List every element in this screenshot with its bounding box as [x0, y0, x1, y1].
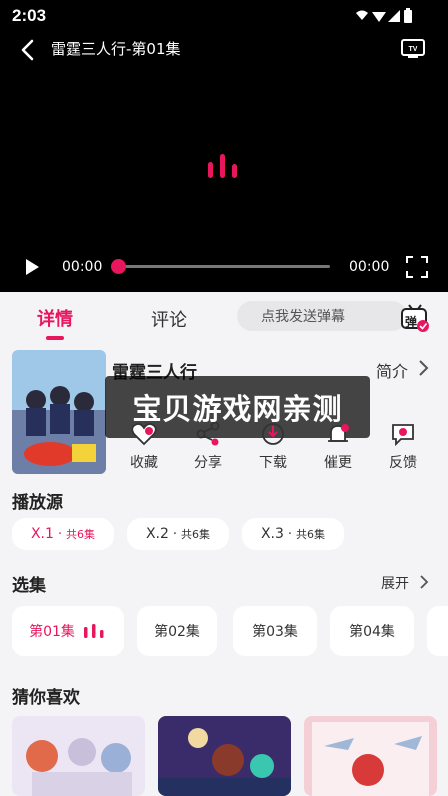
source-name: X.2	[145, 526, 169, 542]
action-label: 下载	[259, 455, 287, 471]
sources-heading: 播放源	[12, 493, 63, 513]
source-name: X.3	[260, 526, 284, 542]
separator: ·	[287, 526, 293, 542]
content-panel: 详情 评论 点我发送弹幕 弹 雷霆三人行 简介 宝贝游戏网亲测 收藏 分享 下载…	[0, 292, 448, 796]
episode-label: 第01集	[29, 624, 75, 640]
current-time: 00:00	[62, 259, 103, 275]
total-time: 00:00	[349, 259, 390, 275]
feedback-button[interactable]: 反馈	[373, 422, 433, 472]
source-item[interactable]: X.3 · 共6集	[242, 518, 344, 550]
playing-icon	[83, 624, 104, 638]
chevron-right-icon[interactable]	[418, 574, 430, 590]
download-icon	[262, 423, 284, 445]
action-label: 收藏	[130, 455, 158, 471]
tv-cast-icon[interactable]: TV	[400, 37, 426, 61]
action-label: 催更	[324, 455, 352, 471]
feedback-icon	[392, 424, 414, 446]
separator: ·	[172, 526, 178, 542]
play-icon[interactable]	[22, 257, 42, 277]
episode-item[interactable]: 第03集	[233, 606, 317, 656]
tab-indicator	[46, 336, 64, 340]
tab-comments[interactable]: 评论	[151, 306, 187, 332]
fullscreen-icon[interactable]	[406, 256, 428, 278]
share-icon	[196, 422, 220, 446]
danmaku-badge: 弹	[405, 315, 418, 329]
source-item[interactable]: X.2 · 共6集	[127, 518, 229, 550]
heart-icon	[131, 423, 157, 446]
source-item[interactable]: X.1 · 共6集	[12, 518, 114, 550]
progress-track[interactable]	[118, 265, 330, 268]
action-label: 分享	[194, 455, 222, 471]
favorite-button[interactable]: 收藏	[114, 422, 174, 472]
source-name: X.1	[30, 526, 54, 542]
expand-link[interactable]: 展开	[381, 573, 409, 593]
status-icons	[354, 8, 434, 24]
episode-item[interactable]: 第02集	[137, 606, 217, 656]
episode-item-partial[interactable]	[427, 606, 448, 656]
remind-button[interactable]: 催更	[308, 422, 368, 472]
recommend-thumb[interactable]	[12, 716, 145, 796]
back-icon[interactable]	[16, 38, 40, 62]
source-count: 共6集	[66, 528, 96, 541]
video-title: 雷霆三人行-第01集	[51, 40, 181, 58]
intro-link[interactable]: 简介	[376, 358, 408, 382]
download-button[interactable]: 下载	[243, 422, 303, 472]
progress-thumb[interactable]	[111, 259, 126, 274]
separator: ·	[57, 526, 63, 542]
source-count: 共6集	[296, 528, 326, 541]
action-label: 反馈	[389, 455, 417, 471]
episode-item[interactable]: 第04集	[330, 606, 414, 656]
recommend-thumb[interactable]	[304, 716, 437, 796]
recommend-thumb[interactable]	[158, 716, 291, 796]
share-button[interactable]: 分享	[178, 422, 238, 472]
recommend-heading: 猜你喜欢	[12, 688, 80, 708]
status-time: 2:03	[12, 6, 47, 25]
video-player[interactable]: 2:03 雷霆三人行-第01集 TV 00:00 00:00	[0, 0, 448, 292]
tab-details[interactable]: 详情	[37, 305, 73, 331]
episodes-heading: 选集	[12, 576, 46, 596]
svg-text:TV: TV	[409, 46, 418, 53]
bell-icon	[328, 424, 349, 442]
episode-item[interactable]: 第01集	[12, 606, 124, 656]
show-poster[interactable]	[12, 350, 106, 474]
source-count: 共6集	[181, 528, 211, 541]
chevron-right-icon[interactable]	[416, 359, 430, 377]
loading-icon	[206, 152, 242, 180]
danmaku-input[interactable]: 点我发送弹幕	[237, 301, 407, 331]
